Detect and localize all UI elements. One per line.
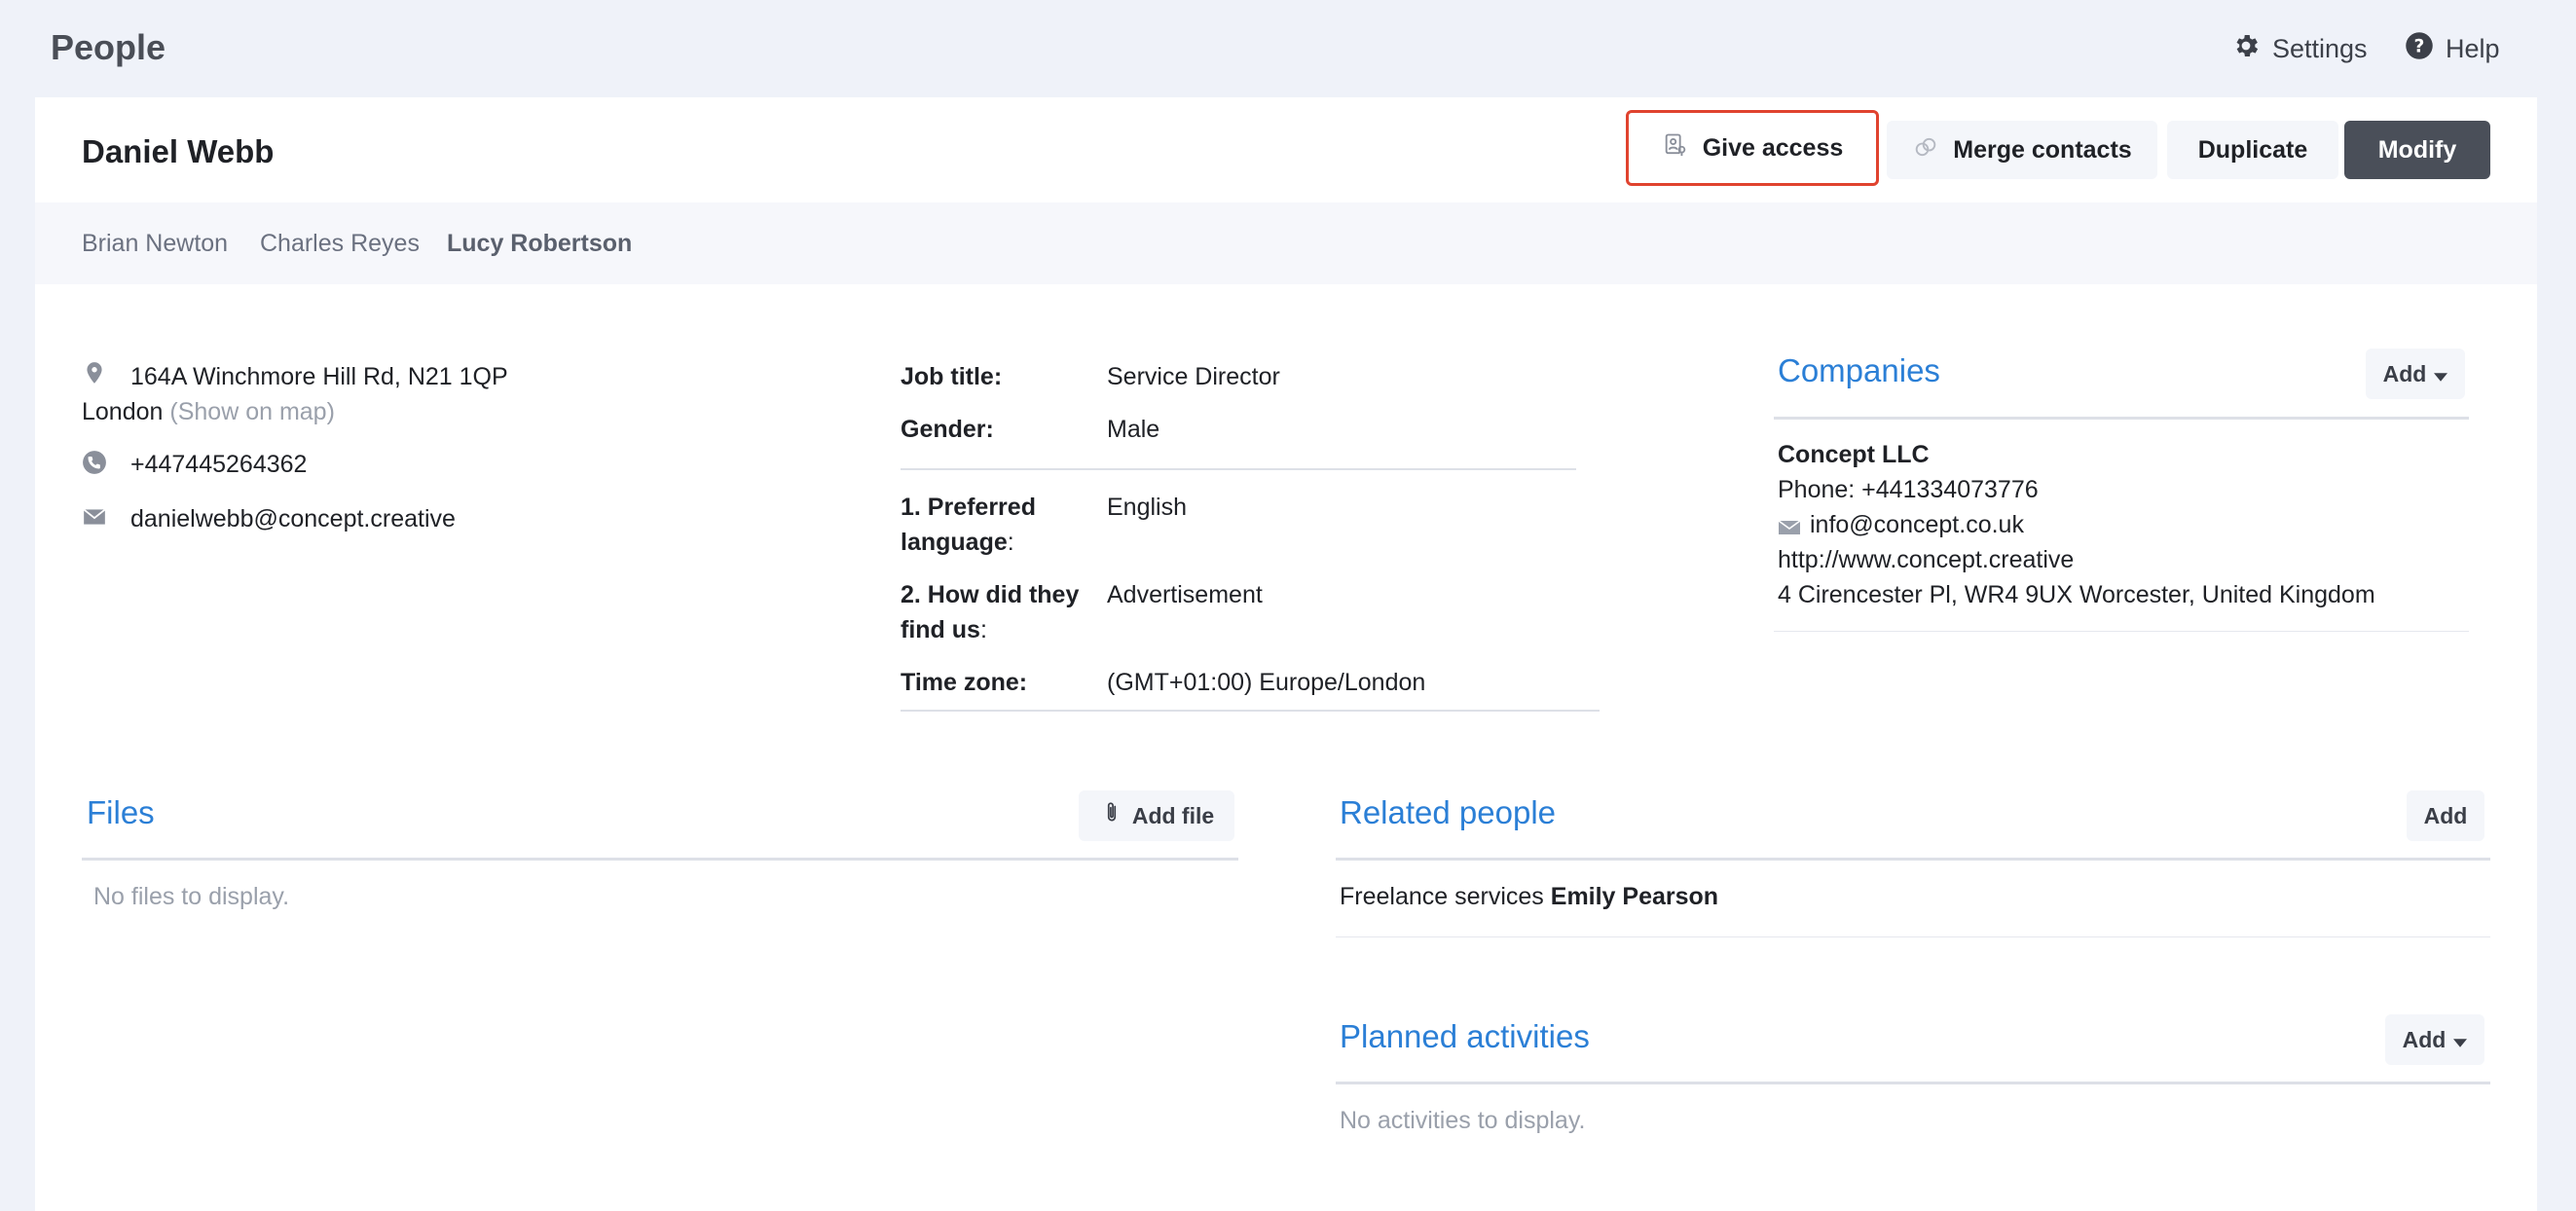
settings-link[interactable]: Settings [2231,31,2368,67]
email-address[interactable]: danielwebb@concept.creative [130,505,456,533]
company-name-link[interactable]: Concept LLC [1778,441,1930,469]
modify-button[interactable]: Modify [2344,121,2490,179]
how-found-label: 2. How did they find us: [901,581,1080,643]
envelope-icon [82,504,107,536]
related-person-row: Freelance services Emily Pearson [1340,883,1718,911]
planned-activities-divider [1336,1082,2490,1084]
job-title-label: Job title: [901,363,1003,390]
add-file-button[interactable]: Add file [1079,790,1234,841]
company-address: 4 Cirencester Pl, WR4 9UX Worcester, Uni… [1778,581,2375,608]
preferred-language-label-line2: language [901,529,1008,556]
company-row-divider [1774,631,2469,632]
give-access-button[interactable]: Give access [1626,110,1879,186]
add-file-label: Add file [1131,802,1215,828]
page-title: People [51,27,166,67]
phone-number[interactable]: +447445264362 [130,451,307,479]
duplicate-label: Duplicate [2197,135,2308,164]
preferred-language-value: English [1107,494,1187,521]
preferred-language-label: 1. Preferred language: [901,494,1036,556]
caret-down-icon [2434,361,2448,387]
location-pin-icon [82,360,107,392]
how-found-value: Advertisement [1107,581,1263,608]
gear-icon [2231,31,2261,67]
merge-contacts-button[interactable]: Merge contacts [1887,121,2157,179]
related-people-add-button[interactable]: Add [2407,790,2484,841]
address-city: London [82,398,164,425]
companies-add-button[interactable]: Add [2366,349,2465,399]
company-website[interactable]: http://www.concept.creative [1778,546,2074,574]
person-name: Daniel Webb [82,133,275,169]
company-envelope-icon [1778,516,1801,546]
show-on-map-link[interactable]: (Show on map) [169,398,335,425]
planned-activities-add-label: Add [2402,1026,2447,1052]
planned-activities-add-button[interactable]: Add [2385,1014,2484,1065]
address-line1: 164A Winchmore Hill Rd, N21 1QP [130,363,508,390]
svg-text:?: ? [2414,36,2425,56]
modify-label: Modify [2377,135,2457,164]
settings-label: Settings [2272,34,2368,63]
help-link[interactable]: ? Help [2405,31,2500,67]
companies-add-label: Add [2382,360,2427,386]
phone-icon [82,450,107,482]
user-key-icon [1662,131,1689,165]
related-people-add-label: Add [2423,802,2468,828]
give-access-label: Give access [1702,133,1844,162]
files-title: Files [87,794,155,830]
help-icon: ? [2405,31,2434,67]
companies-title: Companies [1778,352,1940,388]
help-label: Help [2446,34,2500,63]
companies-divider [1774,417,2469,420]
company-phone: Phone: +441334073776 [1778,476,2039,503]
preferred-language-label-line1: 1. Preferred [901,494,1036,521]
address-line2: London (Show on map) [82,398,335,426]
details-divider-1 [901,468,1576,470]
tab-charles-reyes[interactable]: Charles Reyes [260,230,420,258]
time-zone-label: Time zone: [901,669,1028,696]
time-zone-value: (GMT+01:00) Europe/London [1107,669,1426,696]
related-people-title: Related people [1340,794,1557,830]
merge-icon [1912,133,1939,167]
files-divider [82,858,1238,861]
merge-contacts-label: Merge contacts [1953,135,2132,164]
gender-value: Male [1107,416,1160,443]
how-found-label-line2: find us [901,616,980,643]
related-person-link[interactable]: Emily Pearson [1551,883,1718,910]
company-email[interactable]: info@concept.co.uk [1810,511,2024,539]
activities-empty-text: No activities to display. [1340,1107,1586,1134]
job-title-value: Service Director [1107,363,1280,390]
tab-lucy-robertson[interactable]: Lucy Robertson [447,230,632,258]
caret-down-icon [2453,1027,2468,1053]
relation-label: Freelance services [1340,883,1544,910]
files-empty-text: No files to display. [93,883,290,910]
gender-label: Gender: [901,416,994,443]
details-divider-2 [901,710,1600,712]
planned-activities-title: Planned activities [1340,1018,1590,1054]
how-found-label-line1: 2. How did they [901,581,1080,608]
duplicate-button[interactable]: Duplicate [2167,121,2338,179]
related-people-divider [1336,858,2490,861]
tab-brian-newton[interactable]: Brian Newton [82,230,228,258]
paperclip-icon [1099,798,1124,833]
related-row-divider [1336,936,2490,937]
